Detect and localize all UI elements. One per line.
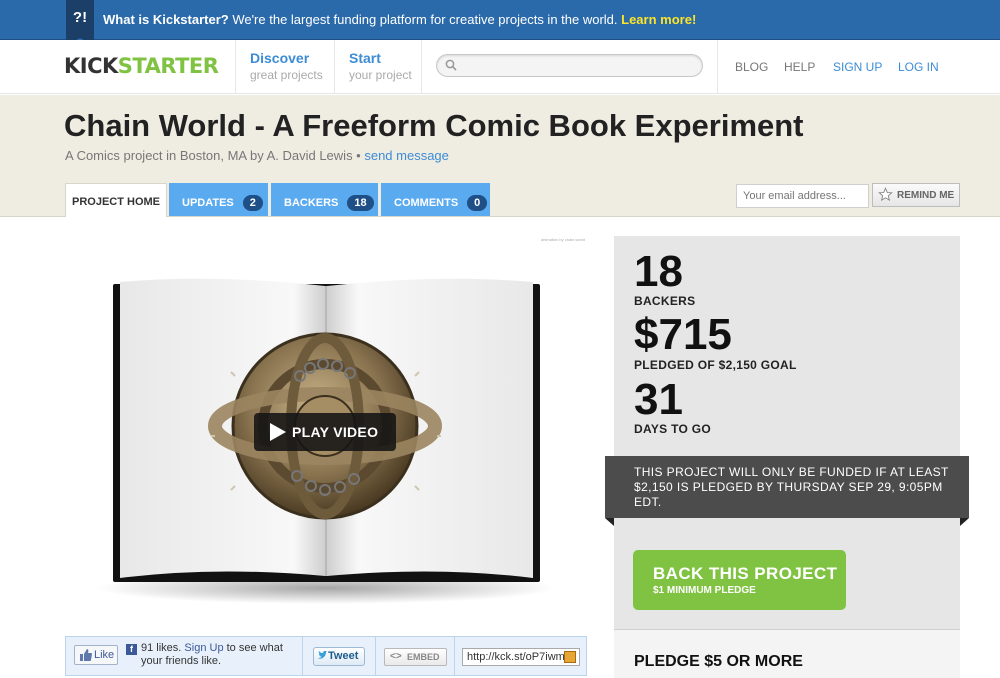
search-box[interactable] — [436, 54, 703, 77]
days-count: 31 — [634, 375, 683, 424]
search-input[interactable] — [461, 57, 696, 74]
project-header: Chain World - A Freeform Comic Book Expe… — [0, 95, 1000, 217]
like-label: Like — [94, 649, 115, 661]
copy-icon[interactable] — [564, 651, 576, 663]
facebook-icon: f — [126, 644, 137, 655]
play-video-label: PLAY VIDEO — [292, 424, 379, 440]
thumbs-up-icon — [80, 649, 92, 661]
tab-updates[interactable]: UPDATES 2 — [169, 183, 268, 216]
facebook-signup-link[interactable]: Sign Up — [184, 642, 223, 654]
info-message: What is Kickstarter? We're the largest f… — [103, 12, 696, 27]
back-button-label: BACK THIS PROJECT — [653, 564, 838, 583]
header-divider — [235, 40, 236, 94]
nav-start-title: Start — [349, 50, 381, 66]
play-video-button[interactable]: PLAY VIDEO — [254, 413, 396, 451]
share-divider — [302, 637, 303, 675]
tab-label: COMMENTS — [394, 197, 459, 209]
info-text: We're the largest funding platform for c… — [228, 12, 622, 27]
help-link[interactable]: HELP — [784, 60, 815, 74]
ribbon-fold — [605, 518, 614, 526]
tab-label: BACKERS — [284, 197, 339, 209]
header-divider — [334, 40, 335, 94]
nav-start-subtitle: your project — [349, 68, 412, 82]
backers-count: 18 — [634, 247, 683, 296]
remind-email-field[interactable] — [736, 184, 869, 208]
logo-text-kick: KICK — [64, 54, 118, 78]
tab-label: PROJECT HOME — [71, 196, 160, 208]
ribbon-fold — [960, 518, 969, 526]
pledged-label: PLEDGED OF $2,150 GOAL — [634, 358, 797, 372]
facebook-like-button[interactable]: Like — [74, 645, 118, 665]
tweet-button[interactable]: Tweet — [313, 647, 365, 666]
nav-discover-subtitle: great projects — [250, 68, 323, 82]
like-count-text: 91 likes. Sign Up to see what your frien… — [141, 642, 291, 668]
email-input[interactable] — [737, 185, 868, 207]
project-subtitle: A Comics project in Boston, MA by A. Dav… — [65, 148, 449, 163]
project-title: Chain World - A Freeform Comic Book Expe… — [64, 108, 804, 143]
header-divider — [421, 40, 422, 94]
site-header: KICKSTARTER Discover great projects Star… — [0, 40, 1000, 94]
tab-backers[interactable]: BACKERS 18 — [271, 183, 378, 216]
info-badge-icon: ?! — [66, 0, 94, 45]
tab-count-badge: 2 — [242, 195, 263, 211]
pledge-tier[interactable]: PLEDGE $5 OR MORE — [614, 629, 960, 678]
login-link[interactable]: LOG IN — [898, 60, 939, 74]
funding-note: THIS PROJECT WILL ONLY BE FUNDED IF AT L… — [605, 456, 969, 518]
nav-discover[interactable]: Discover great projects — [250, 50, 323, 82]
project-byline: A Comics project in Boston, MA by A. Dav… — [65, 148, 365, 163]
tweet-label: Tweet — [328, 650, 359, 662]
project-video[interactable]: animation by chain world PLAY VIDEO — [65, 236, 587, 628]
like-count: 91 likes. — [141, 642, 182, 654]
pledge-tier-heading: PLEDGE $5 OR MORE — [634, 653, 803, 670]
remind-me-label: REMIND ME — [897, 190, 955, 201]
embed-button[interactable]: <> EMBED — [384, 648, 447, 666]
nav-start[interactable]: Start your project — [349, 50, 412, 82]
learn-more-link[interactable]: Learn more! — [621, 12, 696, 27]
search-icon — [445, 59, 457, 71]
embed-label: EMBED — [407, 652, 440, 662]
remind-me-button[interactable]: REMIND ME — [872, 183, 960, 207]
back-button-sublabel: $1 MINIMUM PLEDGE — [653, 585, 756, 596]
share-bar: Like f 91 likes. Sign Up to see what you… — [65, 636, 587, 676]
days-label: DAYS TO GO — [634, 422, 712, 436]
info-bar: ?! What is Kickstarter? We're the larges… — [0, 0, 1000, 45]
nav-discover-title: Discover — [250, 50, 310, 66]
play-icon — [270, 423, 286, 441]
star-icon — [878, 187, 893, 202]
info-question: What is Kickstarter? — [103, 12, 229, 27]
tab-label: UPDATES — [182, 197, 234, 209]
signup-link[interactable]: SIGN UP — [833, 60, 882, 74]
header-divider — [717, 40, 718, 94]
logo-text-starter: STARTER — [117, 54, 219, 78]
share-divider — [454, 637, 455, 675]
tab-comments[interactable]: COMMENTS 0 — [381, 183, 490, 216]
short-url: http://kck.st/oP7iwm — [467, 651, 565, 663]
back-this-project-button[interactable]: BACK THIS PROJECT $1 MINIMUM PLEDGE — [633, 550, 846, 610]
send-message-link[interactable]: send message — [364, 148, 449, 163]
pledged-amount: $715 — [634, 310, 732, 359]
tab-count-badge: 0 — [467, 195, 488, 211]
backers-label: BACKERS — [634, 294, 696, 308]
tab-project-home[interactable]: PROJECT HOME — [65, 183, 167, 217]
share-divider — [375, 637, 376, 675]
short-url-field[interactable]: http://kck.st/oP7iwm — [462, 648, 580, 666]
code-icon: <> — [390, 651, 402, 662]
tab-count-badge: 18 — [347, 195, 374, 211]
blog-link[interactable]: BLOG — [735, 60, 768, 74]
twitter-bird-icon — [318, 651, 327, 659]
kickstarter-logo[interactable]: KICKSTARTER — [64, 54, 219, 78]
